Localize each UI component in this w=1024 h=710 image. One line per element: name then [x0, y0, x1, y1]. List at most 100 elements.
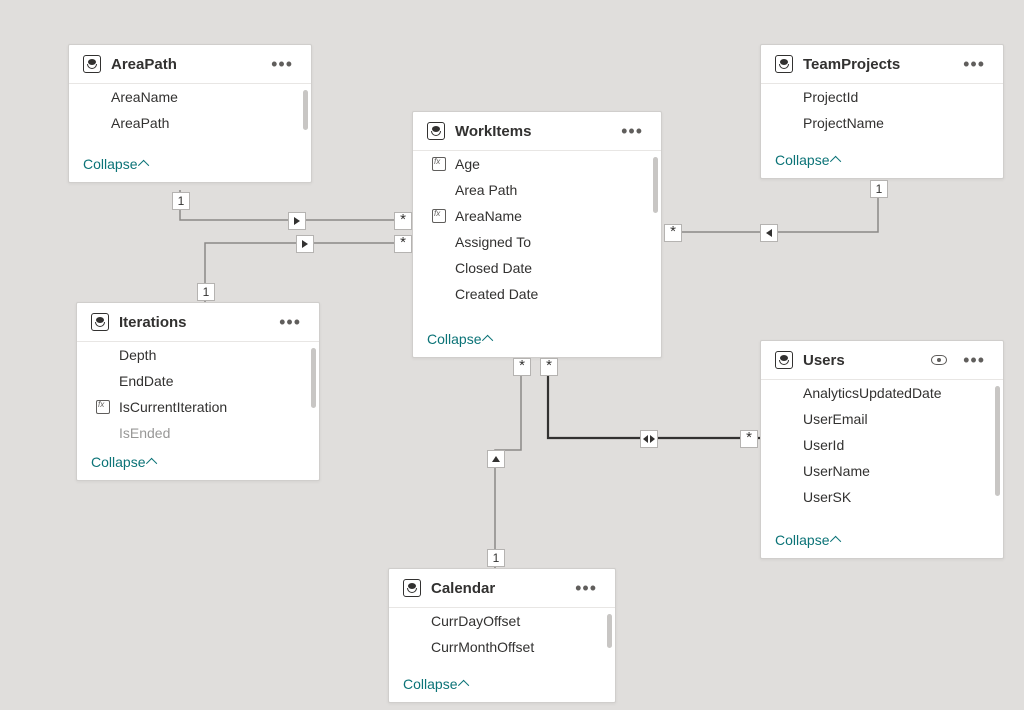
- collapse-label: Collapse: [775, 152, 829, 168]
- field-row[interactable]: EndDate: [77, 368, 319, 394]
- field-list[interactable]: AreaName AreaPath: [69, 84, 311, 148]
- field-name: EndDate: [119, 373, 173, 389]
- field-name: AreaName: [111, 89, 178, 105]
- field-name: UserId: [803, 437, 844, 453]
- field-name: ProjectId: [803, 89, 858, 105]
- field-name: Area Path: [455, 182, 517, 198]
- table-header[interactable]: Iterations •••: [77, 303, 319, 342]
- field-name: IsCurrentIteration: [119, 399, 227, 415]
- more-options-button[interactable]: •••: [267, 57, 297, 71]
- field-row[interactable]: AreaName: [69, 84, 311, 110]
- collapse-button[interactable]: Collapse: [69, 148, 311, 182]
- field-row[interactable]: IsCurrentIteration: [77, 394, 319, 420]
- collapse-label: Collapse: [775, 532, 829, 548]
- filter-direction-icon: [288, 212, 306, 230]
- collapse-button[interactable]: Collapse: [77, 446, 319, 480]
- collapse-button[interactable]: Collapse: [761, 144, 1003, 178]
- field-row[interactable]: UserEmail: [761, 406, 1003, 432]
- field-name: UserName: [803, 463, 870, 479]
- collapse-label: Collapse: [403, 676, 457, 692]
- field-row[interactable]: ProjectId: [761, 84, 1003, 110]
- table-areapath[interactable]: AreaPath ••• AreaName AreaPath Collapse: [68, 44, 312, 183]
- more-options-button[interactable]: •••: [959, 57, 989, 71]
- field-row[interactable]: UserId: [761, 432, 1003, 458]
- chevron-up-icon: [138, 160, 149, 171]
- field-row[interactable]: Age: [413, 151, 661, 177]
- table-header[interactable]: TeamProjects •••: [761, 45, 1003, 84]
- table-workitems[interactable]: WorkItems ••• Age Area Path AreaName Ass…: [412, 111, 662, 358]
- chevron-up-icon: [146, 458, 157, 469]
- field-row[interactable]: CurrMonthOffset: [389, 634, 615, 660]
- table-header[interactable]: WorkItems •••: [413, 112, 661, 151]
- field-row[interactable]: UserName: [761, 458, 1003, 484]
- field-name: UserEmail: [803, 411, 868, 427]
- table-title: WorkItems: [455, 123, 607, 140]
- table-header[interactable]: Calendar •••: [389, 569, 615, 608]
- table-header[interactable]: Users •••: [761, 341, 1003, 380]
- chevron-up-icon: [458, 680, 469, 691]
- field-row[interactable]: Assigned To: [413, 229, 661, 255]
- cardinality-one: 1: [172, 192, 190, 210]
- collapse-label: Collapse: [83, 156, 137, 172]
- table-header[interactable]: AreaPath •••: [69, 45, 311, 84]
- database-icon: [427, 122, 445, 140]
- table-iterations[interactable]: Iterations ••• Depth EndDate IsCurrentIt…: [76, 302, 320, 481]
- field-row[interactable]: Area Path: [413, 177, 661, 203]
- eye-icon[interactable]: [931, 355, 947, 365]
- scrollbar[interactable]: [653, 157, 658, 213]
- collapse-button[interactable]: Collapse: [413, 323, 661, 357]
- table-title: Users: [803, 352, 921, 369]
- more-options-button[interactable]: •••: [571, 581, 601, 595]
- field-name: IsEnded: [119, 425, 170, 441]
- field-list[interactable]: ProjectId ProjectName: [761, 84, 1003, 144]
- table-title: TeamProjects: [803, 56, 949, 73]
- more-options-button[interactable]: •••: [959, 353, 989, 367]
- scrollbar[interactable]: [303, 90, 308, 130]
- field-list[interactable]: Depth EndDate IsCurrentIteration IsEnded: [77, 342, 319, 446]
- field-row[interactable]: AreaPath: [69, 110, 311, 136]
- field-name: Created Date: [455, 286, 538, 302]
- field-name: Closed Date: [455, 260, 532, 276]
- cardinality-many: *: [664, 224, 682, 242]
- cardinality-many: *: [394, 235, 412, 253]
- model-canvas[interactable]: AreaPath ••• AreaName AreaPath Collapse …: [0, 0, 1024, 710]
- cardinality-many: *: [394, 212, 412, 230]
- collapse-button[interactable]: Collapse: [389, 668, 615, 702]
- field-row[interactable]: ProjectName: [761, 110, 1003, 136]
- field-row[interactable]: CurrDayOffset: [389, 608, 615, 634]
- more-options-button[interactable]: •••: [617, 124, 647, 138]
- field-row[interactable]: UserSK: [761, 484, 1003, 510]
- scrollbar[interactable]: [607, 614, 612, 648]
- cardinality-one: 1: [487, 549, 505, 567]
- filter-direction-icon: [487, 450, 505, 468]
- field-row[interactable]: Closed Date: [413, 255, 661, 281]
- table-teamprojects[interactable]: TeamProjects ••• ProjectId ProjectName C…: [760, 44, 1004, 179]
- scrollbar[interactable]: [311, 348, 316, 408]
- field-name: Depth: [119, 347, 156, 363]
- field-name: CurrMonthOffset: [431, 639, 534, 655]
- field-name: Age: [455, 156, 480, 172]
- database-icon: [83, 55, 101, 73]
- more-options-button[interactable]: •••: [275, 315, 305, 329]
- fx-icon: [431, 156, 447, 172]
- database-icon: [775, 55, 793, 73]
- field-list[interactable]: Age Area Path AreaName Assigned To Close…: [413, 151, 661, 323]
- table-users[interactable]: Users ••• AnalyticsUpdatedDate UserEmail…: [760, 340, 1004, 559]
- field-list[interactable]: CurrDayOffset CurrMonthOffset: [389, 608, 615, 668]
- filter-direction-icon: [296, 235, 314, 253]
- collapse-label: Collapse: [427, 331, 481, 347]
- field-row[interactable]: AreaName: [413, 203, 661, 229]
- field-list[interactable]: AnalyticsUpdatedDate UserEmail UserId Us…: [761, 380, 1003, 524]
- cardinality-one: 1: [197, 283, 215, 301]
- field-row[interactable]: Depth: [77, 342, 319, 368]
- database-icon: [91, 313, 109, 331]
- database-icon: [775, 351, 793, 369]
- field-row[interactable]: AnalyticsUpdatedDate: [761, 380, 1003, 406]
- field-row[interactable]: Created Date: [413, 281, 661, 307]
- filter-direction-icon: [760, 224, 778, 242]
- collapse-button[interactable]: Collapse: [761, 524, 1003, 558]
- field-row[interactable]: IsEnded: [77, 420, 319, 446]
- scrollbar[interactable]: [995, 386, 1000, 496]
- table-calendar[interactable]: Calendar ••• CurrDayOffset CurrMonthOffs…: [388, 568, 616, 703]
- chevron-up-icon: [830, 536, 841, 547]
